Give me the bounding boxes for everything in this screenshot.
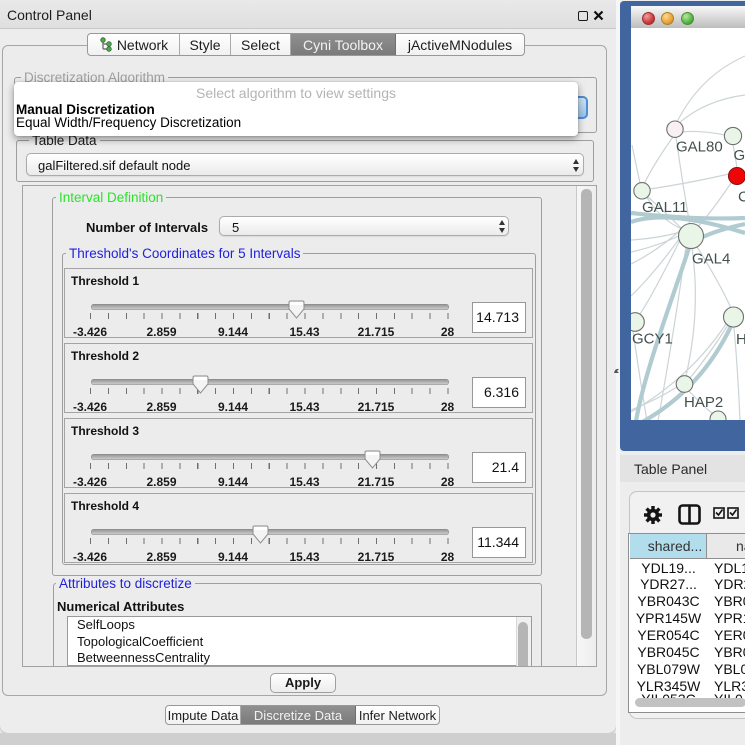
svg-text:HIS: HIS xyxy=(736,331,745,348)
svg-text:HAP2: HAP2 xyxy=(684,394,723,411)
svg-text:GA: GA xyxy=(734,147,745,164)
svg-text:GAL80: GAL80 xyxy=(676,139,723,156)
svg-text:CR: CR xyxy=(738,189,745,206)
svg-text:GAL4: GAL4 xyxy=(692,251,730,268)
svg-text:GCY1: GCY1 xyxy=(632,331,673,348)
svg-text:GAL11: GAL11 xyxy=(642,199,688,216)
